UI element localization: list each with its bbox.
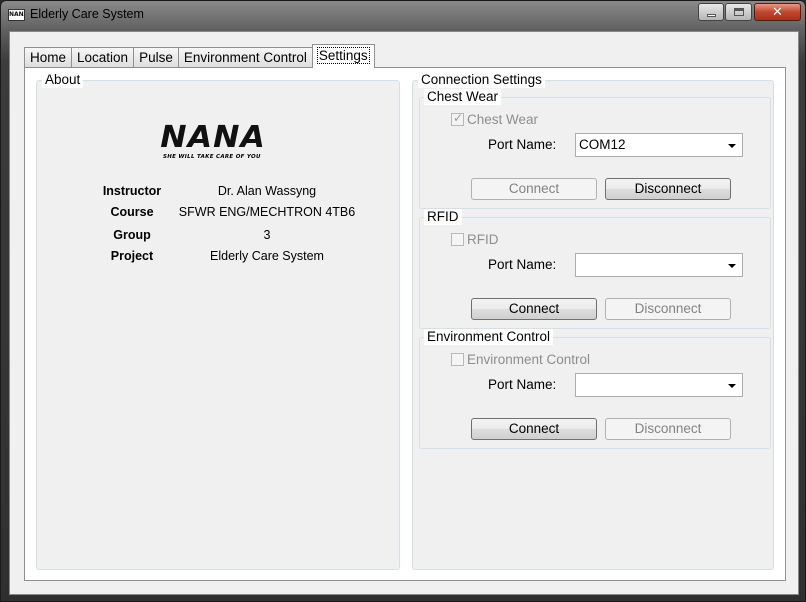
course-label: Course bbox=[110, 205, 154, 219]
close-button[interactable]: ✕ bbox=[754, 3, 801, 21]
connection-settings-group: Connection Settings Chest Wear Chest Wea… bbox=[412, 72, 774, 570]
tab-location[interactable]: Location bbox=[71, 47, 135, 68]
tab-settings-label: Settings bbox=[316, 47, 370, 64]
maximize-button[interactable] bbox=[725, 3, 752, 21]
settings-page: About NANA SHE WILL TAKE CARE OF YOU Ins… bbox=[24, 67, 786, 581]
rfid-legend: RFID bbox=[424, 209, 462, 225]
checkbox-icon bbox=[451, 111, 464, 126]
close-icon: ✕ bbox=[772, 4, 783, 20]
rfid-port-label: Port Name: bbox=[488, 257, 557, 272]
dropdown-arrow-icon bbox=[728, 144, 736, 148]
chest-wear-port-select[interactable]: COM12 bbox=[575, 133, 743, 157]
app-window: NANA Elderly Care System ✕ Home Location… bbox=[0, 0, 806, 602]
tab-home[interactable]: Home bbox=[24, 47, 73, 68]
environment-control-checkbox-label: Environment Control bbox=[467, 352, 591, 367]
dropdown-arrow-icon bbox=[728, 384, 736, 388]
chest-wear-group: Chest Wear Chest Wear Port Name: COM12 C… bbox=[419, 89, 771, 209]
course-value: SFWR ENG/MECHTRON 4TB6 bbox=[178, 205, 356, 219]
chest-wear-disconnect-button[interactable]: Disconnect bbox=[605, 178, 731, 200]
project-label: Project bbox=[110, 249, 154, 263]
about-group: About NANA SHE WILL TAKE CARE OF YOU Ins… bbox=[36, 72, 400, 570]
instructor-label: Instructor bbox=[102, 184, 162, 198]
environment-control-disconnect-button[interactable]: Disconnect bbox=[605, 418, 731, 440]
group-value: 3 bbox=[263, 228, 271, 242]
environment-control-legend: Environment Control bbox=[424, 329, 554, 345]
environment-control-group: Environment Control Environment Control … bbox=[419, 329, 771, 449]
logo-text: NANA bbox=[160, 120, 266, 155]
tab-pulse[interactable]: Pulse bbox=[133, 47, 179, 68]
tab-strip: Home Location Pulse Environment Control … bbox=[24, 44, 375, 68]
environment-control-connect-button[interactable]: Connect bbox=[471, 418, 597, 440]
rfid-checkbox[interactable]: RFID bbox=[451, 232, 499, 247]
window-title: Elderly Care System bbox=[30, 7, 144, 21]
chest-wear-checkbox[interactable]: Chest Wear bbox=[451, 111, 539, 127]
rfid-disconnect-button[interactable]: Disconnect bbox=[605, 298, 731, 320]
rfid-connect-button[interactable]: Connect bbox=[471, 298, 597, 320]
minimize-button[interactable] bbox=[698, 3, 724, 21]
instructor-value: Dr. Alan Wassyng bbox=[217, 184, 317, 198]
rfid-checkbox-label: RFID bbox=[467, 232, 499, 247]
checkbox-icon bbox=[451, 353, 464, 366]
minimize-icon bbox=[706, 13, 716, 17]
chest-wear-legend: Chest Wear bbox=[424, 89, 502, 105]
checkbox-icon bbox=[451, 233, 464, 246]
environment-control-checkbox[interactable]: Environment Control bbox=[451, 352, 590, 367]
tab-environment-control[interactable]: Environment Control bbox=[177, 47, 313, 68]
environment-control-port-select[interactable] bbox=[575, 373, 743, 397]
about-legend: About bbox=[42, 72, 84, 88]
maximize-icon bbox=[733, 8, 744, 16]
tab-settings[interactable]: Settings bbox=[311, 44, 375, 68]
chest-wear-connect-button[interactable]: Connect bbox=[471, 178, 597, 200]
nana-logo: NANA SHE WILL TAKE CARE OF YOU bbox=[160, 120, 271, 163]
project-value: Elderly Care System bbox=[210, 249, 324, 263]
app-logo-icon: NANA bbox=[8, 9, 25, 21]
dropdown-arrow-icon bbox=[728, 264, 736, 268]
rfid-group: RFID RFID Port Name: Connect Disconnect bbox=[419, 209, 771, 329]
connection-settings-legend: Connection Settings bbox=[418, 72, 545, 88]
title-bar[interactable]: NANA Elderly Care System ✕ bbox=[1, 1, 806, 31]
rfid-port-select[interactable] bbox=[575, 253, 743, 277]
chest-wear-checkbox-label: Chest Wear bbox=[467, 112, 539, 127]
client-area: Home Location Pulse Environment Control … bbox=[9, 31, 799, 595]
chest-wear-port-value: COM12 bbox=[579, 137, 626, 152]
chest-wear-port-label: Port Name: bbox=[488, 137, 557, 152]
environment-control-port-label: Port Name: bbox=[488, 377, 557, 392]
group-label: Group bbox=[113, 228, 151, 242]
